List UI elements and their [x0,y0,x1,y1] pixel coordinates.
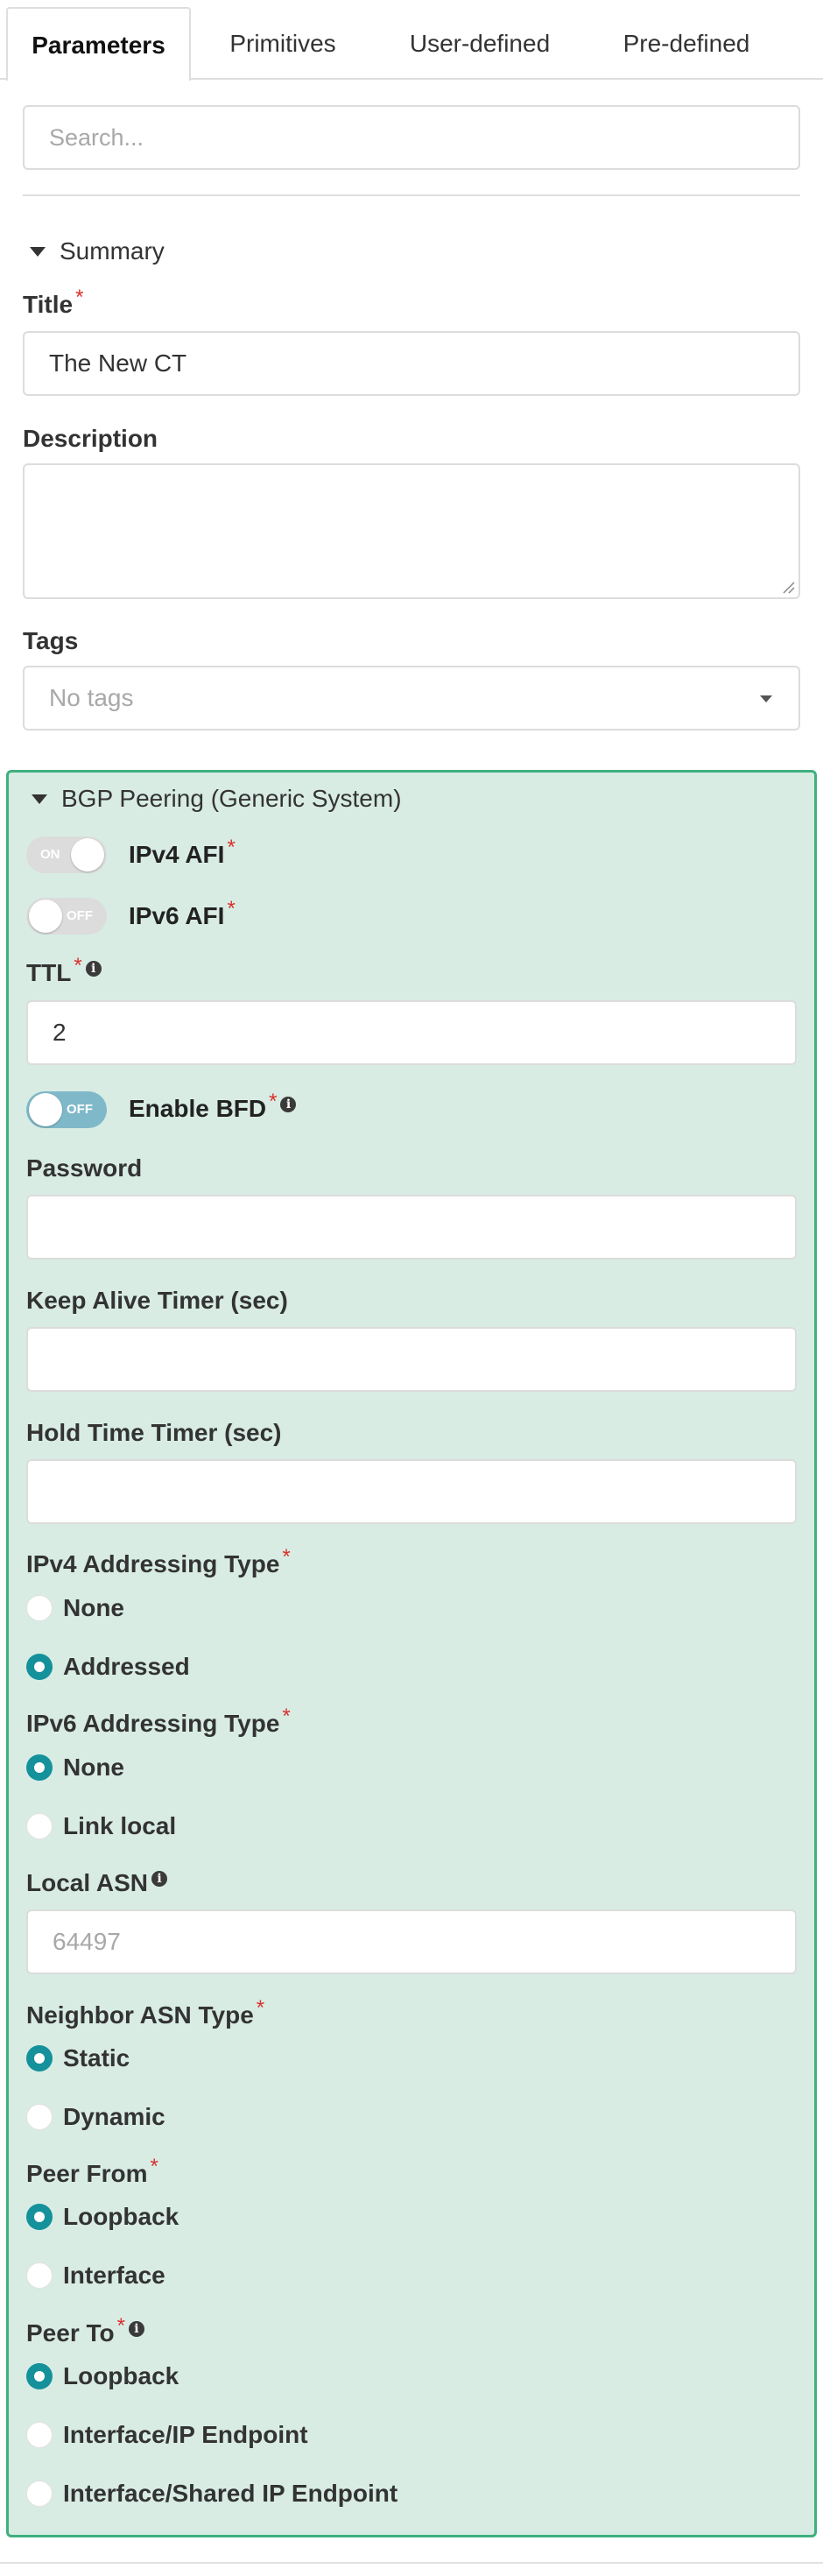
tab-bar: Parameters Primitives User-defined Pre-d… [0,0,823,81]
toggle-knob [29,1093,62,1126]
radio-button[interactable] [26,2262,53,2289]
info-icon[interactable]: i [85,961,102,977]
keep-alive-input[interactable] [26,1327,797,1392]
radio-button[interactable] [26,2104,53,2130]
required-marker: * [150,2155,158,2178]
password-input[interactable] [26,1195,797,1260]
caret-down-icon [30,246,46,257]
radio-peer-from-loopback[interactable]: Loopback [26,2203,179,2231]
neighbor-asn-type-label: Neighbor ASN Type * [26,1996,265,2029]
radio-button-checked[interactable] [26,1654,53,1680]
radio-neighbor-dynamic[interactable]: Dynamic [26,2103,165,2131]
peer-to-label: Peer To * i [26,2314,144,2347]
required-marker: * [116,2314,125,2338]
radio-peer-to-loopback[interactable]: Loopback [26,2362,179,2390]
tab-parameters[interactable]: Parameters [6,7,191,81]
bgp-header: BGP Peering (Generic System) [61,785,402,812]
local-asn-placeholder: 64497 [53,1928,121,1955]
tab-user-defined[interactable]: User-defined [383,7,576,80]
hold-time-label: Hold Time Timer (sec) [26,1419,282,1446]
required-marker: * [269,1090,278,1113]
tab-primitives[interactable]: Primitives [208,7,357,80]
radio-button-checked[interactable] [26,2045,53,2071]
title-label: Title * [23,286,84,318]
required-marker: * [282,1545,291,1569]
radio-button-checked[interactable] [26,2363,53,2389]
required-marker: * [227,897,236,921]
info-icon[interactable]: i [280,1097,297,1112]
tags-select[interactable]: No tags [23,666,800,730]
radio-button-checked[interactable] [26,1754,53,1781]
info-icon[interactable]: i [151,1871,167,1887]
toggle-knob [29,900,62,933]
description-label: Description [23,425,158,452]
toggle-state-text: OFF [67,1102,93,1117]
toggle-state-text: ON [40,847,60,862]
required-marker: * [75,286,84,309]
local-asn-label: Local ASN i [26,1869,167,1897]
radio-neighbor-static[interactable]: Static [26,2044,130,2072]
tags-label: Tags [23,627,79,654]
radio-button-checked[interactable] [26,2204,53,2230]
info-icon[interactable]: i [128,2321,144,2337]
radio-ipv6-none[interactable]: None [26,1754,124,1782]
title-value: The New CT [49,349,187,377]
title-input[interactable]: The New CT [23,331,800,396]
radio-button[interactable] [26,2422,53,2448]
summary-header: Summary [60,237,165,265]
radio-peer-to-ip-endpoint[interactable]: Interface/IP Endpoint [26,2421,308,2449]
caret-down-icon [32,794,47,804]
search-divider [23,194,800,196]
ipv4-addressing-label: IPv4 Addressing Type * [26,1545,291,1577]
required-marker: * [282,1704,291,1728]
tags-placeholder: No tags [49,684,134,711]
search-input[interactable] [23,105,800,170]
toggle-state-text: OFF [67,908,93,923]
radio-ipv4-none[interactable]: None [26,1594,124,1622]
resize-handle-icon[interactable] [781,580,795,594]
radio-ipv6-link-local[interactable]: Link local [26,1812,176,1840]
hold-time-input[interactable] [26,1459,797,1524]
ipv6-afi-toggle[interactable]: OFF [26,898,107,935]
bottom-divider [0,2562,823,2564]
dropdown-arrow-icon [760,695,772,702]
description-textarea[interactable] [23,463,800,599]
ipv6-afi-label: IPv6 AFI * [129,897,236,929]
ipv4-afi-toggle[interactable]: ON [26,836,107,873]
ttl-label: TTL * i [26,954,102,987]
password-label: Password [26,1154,143,1182]
required-marker: * [227,836,236,859]
ipv4-afi-label: IPv4 AFI * [129,836,236,868]
keep-alive-label: Keep Alive Timer (sec) [26,1287,288,1314]
bgp-section-toggle[interactable]: BGP Peering (Generic System) [32,784,402,814]
toggle-knob [71,838,104,872]
radio-button[interactable] [26,2481,53,2507]
ttl-value: 2 [53,1019,67,1046]
radio-ipv4-addressed[interactable]: Addressed [26,1653,190,1681]
enable-bfd-toggle[interactable]: OFF [26,1091,107,1128]
summary-section-toggle[interactable]: Summary [30,236,165,266]
radio-button[interactable] [26,1813,53,1839]
radio-peer-from-interface[interactable]: Interface [26,2262,165,2290]
enable-bfd-label: Enable BFD * i [129,1090,297,1123]
radio-peer-to-shared-ip-endpoint[interactable]: Interface/Shared IP Endpoint [26,2480,397,2508]
required-marker: * [74,954,82,977]
radio-button[interactable] [26,1595,53,1621]
local-asn-input[interactable]: 64497 [26,1909,797,1974]
required-marker: * [256,1996,265,2020]
peer-from-label: Peer From * [26,2155,158,2187]
ttl-input[interactable]: 2 [26,1000,797,1065]
ipv6-addressing-label: IPv6 Addressing Type * [26,1704,291,1737]
tab-pre-defined[interactable]: Pre-defined [599,7,774,80]
